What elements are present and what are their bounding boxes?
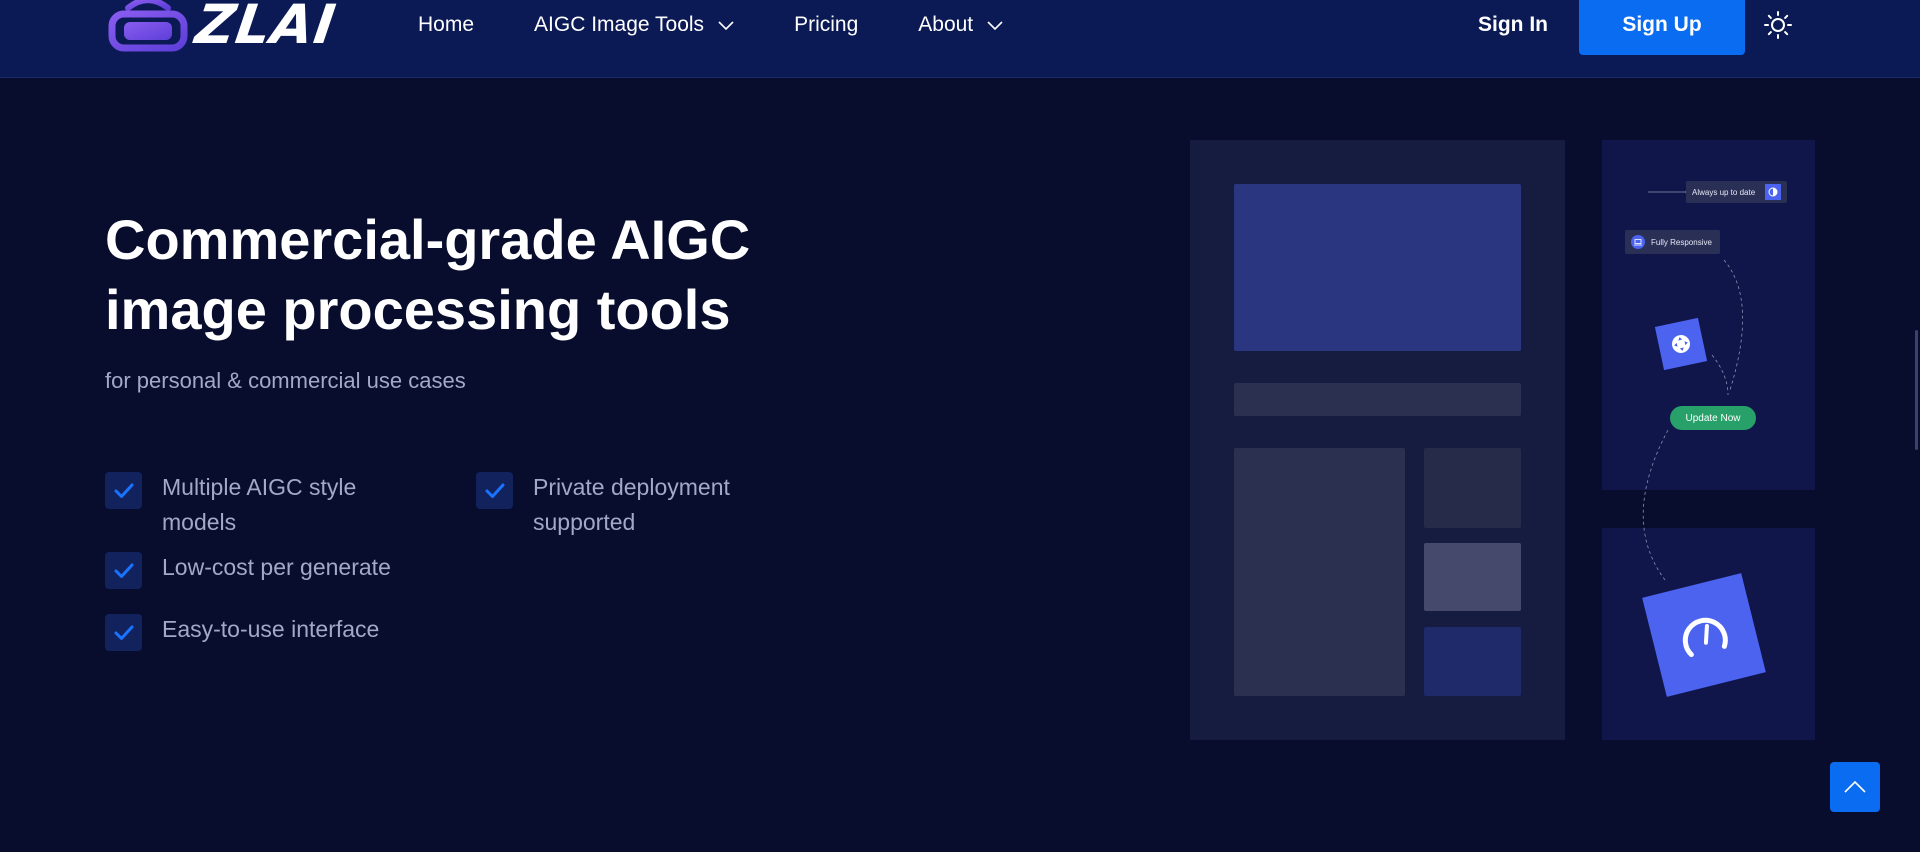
update-now-label: Update Now — [1685, 412, 1741, 424]
scroll-to-top-button[interactable] — [1830, 762, 1880, 812]
feature-item: Easy-to-use interface — [105, 614, 379, 651]
nav-aigc-image-tools[interactable]: AIGC Image Tools — [534, 13, 734, 37]
logo[interactable]: ZLAI — [108, 0, 340, 56]
chevron-up-icon — [1844, 780, 1866, 793]
page-scrollbar[interactable] — [1915, 330, 1918, 450]
hero-subtitle: for personal & commercial use cases — [105, 368, 466, 393]
sign-up-label: Sign Up — [1622, 12, 1702, 36]
main-nav: Home AIGC Image Tools Pricing About — [418, 0, 1063, 50]
check-icon — [105, 614, 142, 651]
illustration-bar-block — [1234, 383, 1521, 416]
illustration-column-block — [1234, 448, 1405, 696]
update-now-button[interactable]: Update Now — [1670, 406, 1756, 430]
site-header: ZLAI Home AIGC Image Tools Pricing About… — [0, 0, 1920, 78]
illustration-small-block — [1424, 448, 1521, 528]
illustration-small-block — [1424, 543, 1521, 611]
chevron-down-icon — [718, 13, 734, 37]
tag-fully-responsive-label: Fully Responsive — [1651, 237, 1712, 247]
brand-name: ZLAI — [191, 0, 340, 56]
nav-home-label: Home — [418, 13, 475, 36]
feature-text: Low-cost per generate — [162, 554, 391, 580]
feature-item: Private deployment supported — [476, 472, 730, 540]
sign-in-link[interactable]: Sign In — [1478, 0, 1548, 50]
feature-text: Multiple AIGC style models — [162, 470, 356, 540]
feature-text-line2: supported — [533, 509, 636, 535]
sun-icon[interactable] — [1763, 10, 1793, 40]
tag-fully-responsive: Fully Responsive — [1625, 230, 1720, 254]
nav-home[interactable]: Home — [418, 13, 474, 37]
vr-headset-icon — [108, 0, 188, 52]
laptop-icon — [1631, 235, 1645, 249]
sign-up-button[interactable]: Sign Up — [1579, 0, 1745, 55]
feature-item: Low-cost per generate — [105, 552, 391, 589]
check-icon — [105, 552, 142, 589]
hero-title-line1: Commercial-grade AIGC — [105, 208, 751, 271]
chevron-down-icon — [987, 13, 1003, 37]
hero-title: Commercial-grade AIGC image processing t… — [105, 205, 865, 345]
feature-text: Private deployment supported — [533, 470, 730, 540]
check-icon — [105, 472, 142, 509]
nav-pricing-label: Pricing — [794, 13, 859, 36]
nav-about-label: About — [918, 13, 974, 36]
feature-text-line1: Multiple AIGC style — [162, 474, 357, 500]
nav-aigc-label: AIGC Image Tools — [534, 13, 705, 36]
feature-item: Multiple AIGC style models — [105, 472, 356, 540]
move-icon — [1654, 317, 1708, 371]
illustration-hero-block — [1234, 184, 1521, 351]
nav-pricing[interactable]: Pricing — [794, 13, 858, 37]
tag-always-up-to-date-label: Always up to date — [1692, 187, 1756, 197]
nav-about[interactable]: About — [918, 13, 1003, 37]
illustration-small-block — [1424, 627, 1521, 696]
feature-text-line2: models — [162, 509, 237, 535]
contrast-icon — [1765, 184, 1781, 200]
tag-always-up-to-date: Always up to date — [1686, 181, 1787, 203]
connector-lines — [1642, 189, 1743, 581]
hero-title-line2: image processing tools — [105, 278, 731, 341]
feature-text: Easy-to-use interface — [162, 616, 380, 642]
feature-text-line1: Private deployment — [533, 474, 730, 500]
check-icon — [476, 472, 513, 509]
